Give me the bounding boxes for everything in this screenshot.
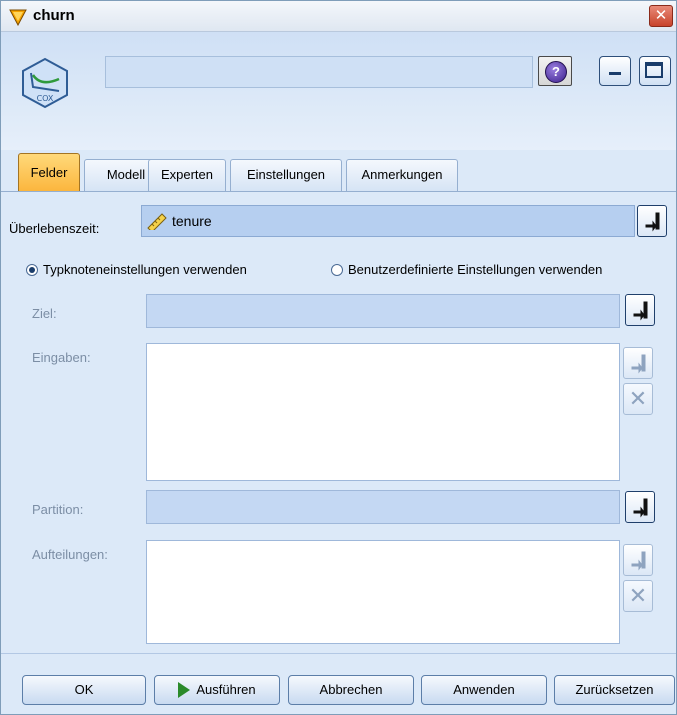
partition-label: Partition: (32, 502, 84, 517)
close-button[interactable]: ✕ (649, 5, 673, 27)
survival-time-label: Überlebenszeit: (9, 221, 100, 236)
run-label: Ausführen (196, 682, 256, 697)
continuous-ruler-icon (147, 213, 167, 230)
title-bar[interactable]: churn ✕ (1, 1, 676, 32)
partition-field-picker-button[interactable] (625, 491, 655, 523)
radio-custom-label: Benutzerdefinierte Einstellungen verwend… (348, 262, 603, 277)
field-picker-icon (631, 551, 646, 571)
splits-picker-button[interactable] (623, 544, 653, 576)
maximize-icon (645, 62, 663, 78)
close-icon: ✕ (654, 7, 668, 24)
window-title: churn (33, 7, 75, 24)
field-picker-icon (631, 354, 646, 374)
inputs-picker-button[interactable] (623, 347, 653, 379)
tab-felder[interactable]: Felder (18, 153, 80, 192)
cancel-button[interactable]: Abbrechen (288, 675, 414, 705)
remove-x-icon: ✕ (628, 583, 648, 608)
minimize-button[interactable] (599, 56, 631, 86)
target-field-picker-button[interactable] (625, 294, 655, 326)
survival-field-picker-button[interactable] (637, 205, 667, 237)
play-icon (178, 681, 191, 698)
reset-button[interactable]: Zurücksetzen (554, 675, 675, 705)
tab-divider (1, 191, 676, 192)
survival-time-value: tenure (172, 213, 212, 229)
target-field[interactable] (146, 294, 620, 328)
inputs-label: Eingaben: (32, 350, 91, 365)
field-picker-icon (633, 301, 648, 321)
radio-type-node-settings[interactable] (26, 264, 38, 276)
radio-type-node-label: Typknoteneinstellungen verwenden (43, 262, 247, 277)
remove-x-icon: ✕ (628, 386, 648, 411)
radio-custom-settings[interactable] (331, 264, 343, 276)
dialog-window: churn ✕ COX ? Felder Modell Experten Ein… (0, 0, 677, 715)
tab-anmerkungen[interactable]: Anmerkungen (346, 159, 458, 191)
splits-list[interactable] (146, 540, 620, 644)
ok-button[interactable]: OK (22, 675, 146, 705)
help-button[interactable]: ? (538, 56, 572, 86)
tab-experten[interactable]: Experten (148, 159, 226, 191)
apply-button[interactable]: Anwenden (421, 675, 547, 705)
maximize-button[interactable] (639, 56, 671, 86)
inputs-remove-button[interactable]: ✕ (623, 383, 653, 415)
inputs-list[interactable] (146, 343, 620, 481)
header-area: COX ? (1, 32, 676, 150)
splits-label: Aufteilungen: (32, 547, 108, 562)
button-bar-divider (1, 653, 676, 654)
partition-field[interactable] (146, 490, 620, 524)
splits-remove-button[interactable]: ✕ (623, 580, 653, 612)
tab-einstellungen[interactable]: Einstellungen (230, 159, 342, 191)
minimize-icon (609, 72, 621, 75)
cox-node-icon: COX (22, 57, 68, 109)
survival-time-field[interactable]: tenure (141, 205, 635, 237)
node-name-field[interactable] (105, 56, 533, 88)
svg-text:COX: COX (37, 94, 54, 103)
help-icon: ? (545, 61, 567, 83)
node-diamond-icon (9, 9, 27, 26)
run-button[interactable]: Ausführen (154, 675, 280, 705)
field-picker-icon (645, 212, 660, 232)
field-picker-icon (633, 498, 648, 518)
target-label: Ziel: (32, 306, 57, 321)
